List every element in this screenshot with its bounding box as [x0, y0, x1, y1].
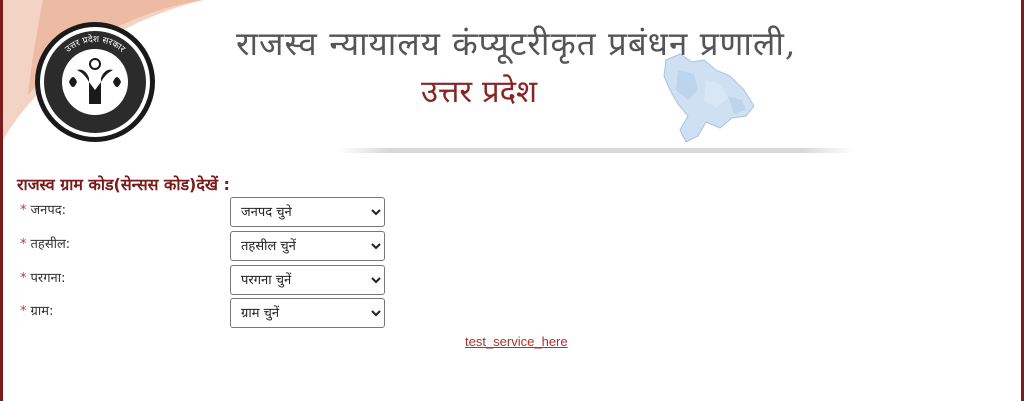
required-mark: * [20, 237, 27, 252]
tehsil-row: * तहसील: तहसील चुनें [20, 231, 420, 263]
required-mark: * [20, 203, 27, 218]
district-select[interactable]: जनपद चुने [230, 197, 385, 227]
pargana-label: * परगना: [20, 271, 66, 286]
tehsil-select[interactable]: तहसील चुनें [230, 231, 385, 261]
required-mark: * [20, 304, 27, 319]
village-label: * ग्राम: [20, 304, 54, 319]
district-row: * जनपद: जनपद चुने [20, 197, 420, 229]
up-govt-emblem-icon: उत्तर प्रदेश सरकार [35, 22, 155, 142]
banner-divider [338, 148, 853, 153]
tehsil-label: * तहसील: [20, 237, 71, 252]
village-select[interactable]: ग्राम चुनें [230, 298, 385, 328]
form-heading: राजस्व ग्राम कोड(सेन्सस कोड)देखें : [17, 175, 230, 194]
district-label: * जनपद: [20, 203, 67, 218]
up-state-map-icon [663, 53, 755, 143]
app-subtitle-state: उत्तर प्रदेश [421, 74, 538, 110]
village-row: * ग्राम: ग्राम चुनें [20, 298, 420, 330]
test-service-link[interactable]: test_service_here [465, 334, 568, 349]
header-banner: उत्तर प्रदेश सरकार राजस्व न्यायालय कंप्य… [3, 0, 1021, 160]
pargana-select[interactable]: परगना चुनें [230, 265, 385, 295]
required-mark: * [20, 271, 27, 286]
pargana-row: * परगना: परगना चुनें [20, 265, 420, 297]
